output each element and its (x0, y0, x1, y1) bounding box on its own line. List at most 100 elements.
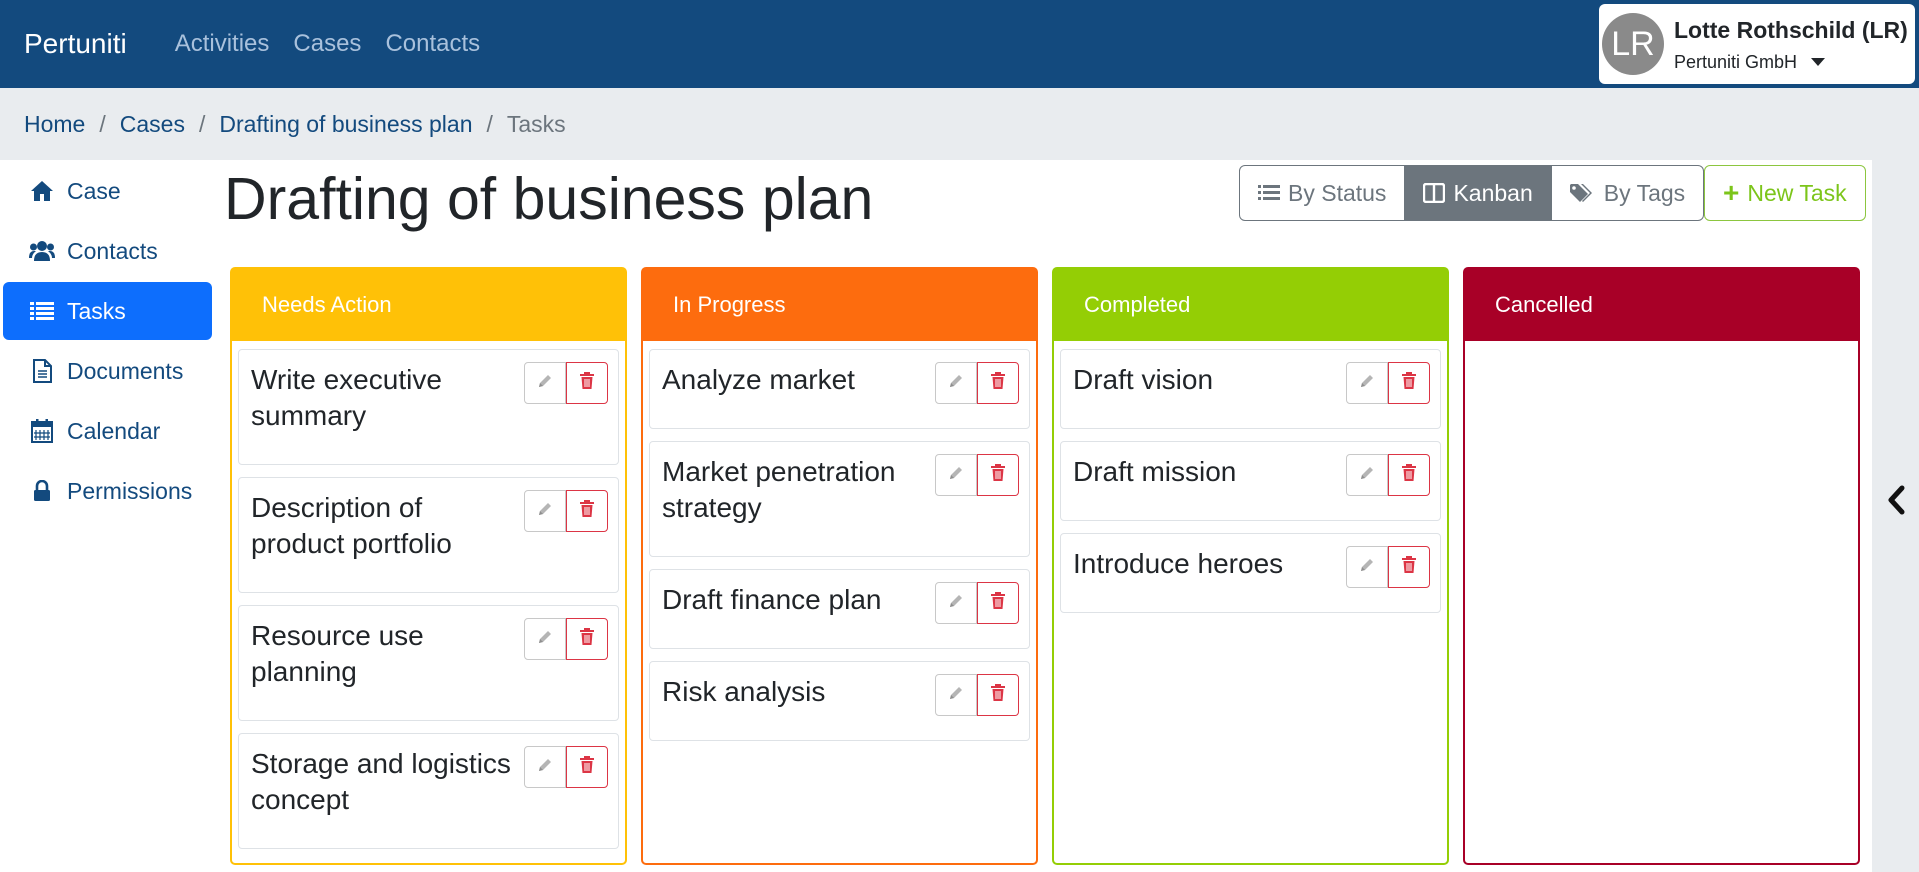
sidebar-item-tasks[interactable]: Tasks (3, 282, 212, 340)
task-title[interactable]: Resource use planning (251, 618, 521, 690)
edit-task-button[interactable] (935, 674, 977, 716)
task-title[interactable]: Analyze market (662, 362, 932, 398)
list-icon (29, 299, 55, 323)
column-header: Needs Action (232, 269, 625, 341)
delete-task-button[interactable] (566, 490, 608, 532)
task-title[interactable]: Introduce heroes (1073, 546, 1343, 582)
by-status-label: By Status (1288, 179, 1387, 206)
new-task-button[interactable]: + New Task (1704, 165, 1866, 221)
kanban-column: Cancelled (1463, 267, 1860, 865)
delete-task-button[interactable] (1388, 362, 1430, 404)
delete-task-button[interactable] (977, 674, 1019, 716)
delete-task-button[interactable] (566, 618, 608, 660)
sidebar-item-contacts[interactable]: Contacts (3, 222, 212, 280)
by-tags-label: By Tags (1603, 179, 1686, 206)
edit-task-button[interactable] (1346, 454, 1388, 496)
delete-task-button[interactable] (977, 454, 1019, 496)
kanban-column: Needs Action Write executive summary Descr… (230, 267, 627, 865)
list-icon (1258, 184, 1280, 202)
edit-task-button[interactable] (935, 454, 977, 496)
task-title[interactable]: Draft vision (1073, 362, 1343, 398)
task-card[interactable]: Draft mission (1060, 441, 1441, 521)
edit-task-button[interactable] (524, 618, 566, 660)
task-title[interactable]: Draft mission (1073, 454, 1343, 490)
breadcrumb-cases[interactable]: Cases (120, 111, 185, 138)
breadcrumb-home[interactable]: Home (24, 111, 85, 138)
column-header: Completed (1054, 269, 1447, 341)
sidebar-item-permissions[interactable]: Permissions (3, 462, 212, 520)
task-actions (1346, 362, 1430, 404)
task-card[interactable]: Description of product portfolio (238, 477, 619, 593)
task-title[interactable]: Storage and logistics concept (251, 746, 521, 818)
lock-icon (29, 479, 55, 503)
brand-logo[interactable]: Pertuniti (24, 28, 127, 60)
task-title[interactable]: Write executive summary (251, 362, 521, 434)
sidebar-item-calendar[interactable]: Calendar (3, 402, 212, 460)
nav-link-activities[interactable]: Activities (175, 30, 270, 58)
kanban-label: Kanban (1453, 179, 1533, 206)
breadcrumb-separator: / (198, 110, 206, 137)
task-card[interactable]: Introduce heroes (1060, 533, 1441, 613)
by-status-button[interactable]: By Status (1239, 165, 1406, 221)
kanban-column: Completed Draft vision Draft mission Introd… (1052, 267, 1449, 865)
sidebar-item-case[interactable]: Case (3, 162, 212, 220)
delete-task-button[interactable] (977, 362, 1019, 404)
pencil-icon (947, 372, 965, 395)
pencil-icon (1358, 464, 1376, 487)
task-actions (524, 746, 608, 788)
task-title[interactable]: Risk analysis (662, 674, 932, 710)
avatar: LR (1602, 13, 1664, 75)
delete-task-button[interactable] (1388, 454, 1430, 496)
delete-task-button[interactable] (977, 582, 1019, 624)
delete-task-button[interactable] (566, 746, 608, 788)
pencil-icon (536, 628, 554, 651)
task-card[interactable]: Write executive summary (238, 349, 619, 465)
trash-icon (579, 371, 595, 395)
user-org: Pertuniti GmbH (1674, 51, 1798, 72)
column-header: Cancelled (1465, 269, 1858, 341)
edit-task-button[interactable] (524, 490, 566, 532)
task-card[interactable]: Draft vision (1060, 349, 1441, 429)
trash-icon (1401, 463, 1417, 487)
edit-task-button[interactable] (1346, 546, 1388, 588)
nav-link-contacts[interactable]: Contacts (385, 30, 480, 58)
task-card[interactable]: Analyze market (649, 349, 1030, 429)
delete-task-button[interactable] (1388, 546, 1430, 588)
sidebar-item-label: Case (67, 177, 121, 204)
edit-task-button[interactable] (524, 746, 566, 788)
task-card[interactable]: Storage and logistics concept (238, 733, 619, 849)
edit-task-button[interactable] (935, 582, 977, 624)
task-actions (524, 618, 608, 660)
page-title: Drafting of business plan (224, 166, 874, 232)
task-card[interactable]: Market penetration strategy (649, 441, 1030, 557)
pencil-icon (536, 372, 554, 395)
delete-task-button[interactable] (566, 362, 608, 404)
by-tags-button[interactable]: By Tags (1551, 165, 1705, 221)
task-actions (935, 674, 1019, 716)
edit-task-button[interactable] (1346, 362, 1388, 404)
home-icon (29, 179, 55, 203)
task-actions (935, 582, 1019, 624)
task-title[interactable]: Draft finance plan (662, 582, 932, 618)
breadcrumb-case[interactable]: Drafting of business plan (219, 111, 472, 138)
task-card[interactable]: Draft finance plan (649, 569, 1030, 649)
trash-icon (579, 755, 595, 779)
edit-task-button[interactable] (524, 362, 566, 404)
task-title[interactable]: Market penetration strategy (662, 454, 932, 526)
task-actions (935, 454, 1019, 496)
kanban-button[interactable]: Kanban (1405, 165, 1552, 221)
column-header: In Progress (643, 269, 1036, 341)
task-card[interactable]: Resource use planning (238, 605, 619, 721)
pencil-icon (536, 500, 554, 523)
edit-task-button[interactable] (935, 362, 977, 404)
user-menu[interactable]: LR Lotte Rothschild (LR) Pertuniti GmbH (1599, 4, 1915, 84)
right-panel-toggle[interactable] (1872, 88, 1919, 872)
caret-down-icon[interactable] (1811, 58, 1826, 66)
chevron-left-icon[interactable] (1886, 484, 1906, 516)
sidebar-item-documents[interactable]: Documents (3, 342, 212, 400)
trash-icon (990, 683, 1006, 707)
pencil-icon (947, 464, 965, 487)
nav-link-cases[interactable]: Cases (293, 30, 361, 58)
task-card[interactable]: Risk analysis (649, 661, 1030, 741)
task-title[interactable]: Description of product portfolio (251, 490, 521, 562)
